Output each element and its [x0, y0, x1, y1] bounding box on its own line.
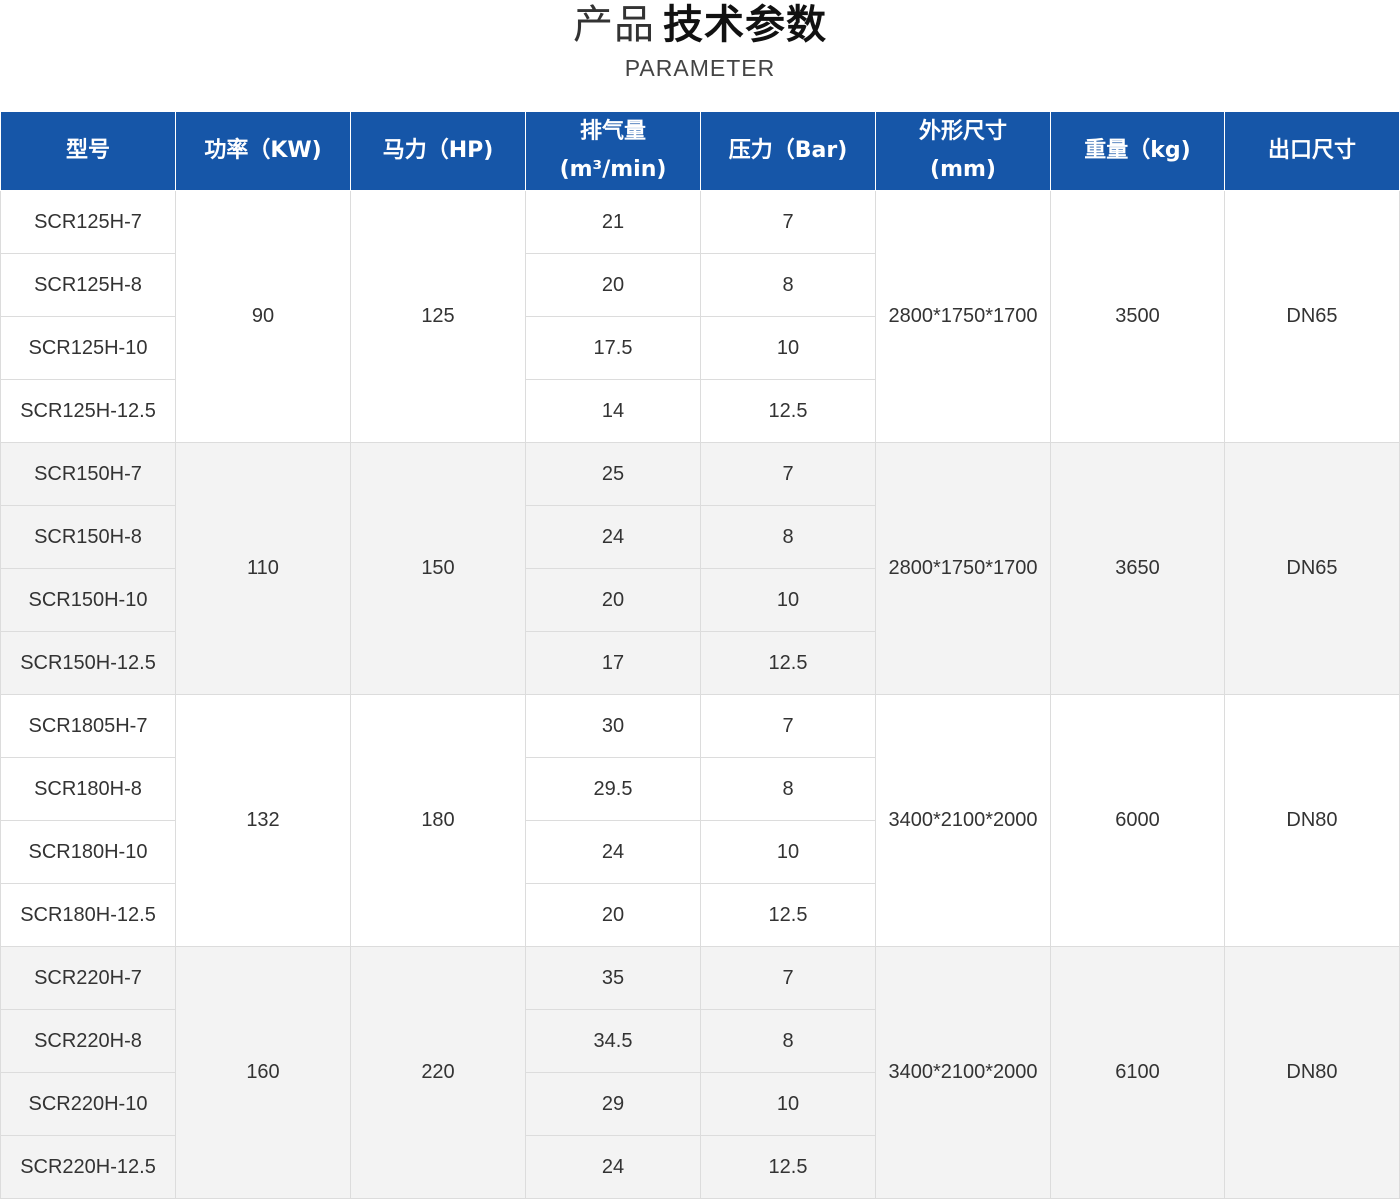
model-cell: SCR150H-8	[0, 505, 176, 569]
weight-cell: 6100	[1050, 946, 1225, 1199]
title-bold-text: 技术参数	[663, 2, 827, 48]
model-cell: SCR220H-10	[0, 1072, 176, 1136]
model-cell: SCR125H-10	[0, 316, 176, 380]
header-model: 型号	[0, 112, 176, 191]
page-subtitle: PARAMETER	[624, 55, 776, 81]
horsepower-cell: 220	[350, 946, 526, 1199]
page-title: 产品 技术参数	[0, 0, 1400, 50]
dimensions-cell: 3400*2100*2000	[875, 694, 1051, 947]
model-cell: SCR150H-7	[0, 442, 176, 506]
header-dimensions-unit: (mm)	[930, 157, 996, 182]
power-cell: 110	[175, 442, 351, 695]
header-row: 型号 功率（KW) 马力（HP) 排气量 (m³/min) 压力（Bar) 外形…	[0, 112, 1400, 191]
air-delivery-cell: 21	[525, 190, 701, 254]
outlet-cell: DN65	[1224, 190, 1400, 443]
air-delivery-cell: 29.5	[525, 757, 701, 821]
pressure-cell: 7	[700, 694, 876, 758]
header-air-delivery-unit: (m³/min)	[559, 157, 667, 182]
air-delivery-cell: 30	[525, 694, 701, 758]
outlet-cell: DN80	[1224, 694, 1400, 947]
pressure-cell: 10	[700, 1072, 876, 1136]
model-cell: SCR125H-12.5	[0, 379, 176, 443]
outlet-cell: DN80	[1224, 946, 1400, 1199]
pressure-cell: 7	[700, 442, 876, 506]
air-delivery-cell: 25	[525, 442, 701, 506]
header-pressure: 压力（Bar)	[700, 112, 876, 191]
model-cell: SCR180H-8	[0, 757, 176, 821]
horsepower-cell: 125	[350, 190, 526, 443]
pressure-cell: 10	[700, 568, 876, 632]
header-air-delivery-label: 排气量	[579, 119, 646, 144]
header-weight: 重量（kg)	[1050, 112, 1225, 191]
model-cell: SCR220H-7	[0, 946, 176, 1010]
horsepower-cell: 180	[350, 694, 526, 947]
header-outlet: 出口尺寸	[1224, 112, 1400, 191]
pressure-cell: 8	[700, 505, 876, 569]
air-delivery-cell: 24	[525, 505, 701, 569]
header-air-delivery: 排气量 (m³/min)	[525, 112, 701, 191]
header-horsepower: 马力（HP)	[350, 112, 526, 191]
air-delivery-cell: 20	[525, 253, 701, 317]
table-row: SCR1805H-7 132 180 30 7 3400*2100*2000 6…	[0, 694, 1400, 947]
weight-cell: 3500	[1050, 190, 1225, 443]
air-delivery-cell: 34.5	[525, 1009, 701, 1073]
parameter-table: 型号 功率（KW) 马力（HP) 排气量 (m³/min) 压力（Bar) 外形…	[0, 112, 1400, 1199]
air-delivery-cell: 14	[525, 379, 701, 443]
air-delivery-cell: 20	[525, 568, 701, 632]
pressure-cell: 8	[700, 757, 876, 821]
model-cell: SCR125H-8	[0, 253, 176, 317]
air-delivery-cell: 29	[525, 1072, 701, 1136]
model-cell: SCR220H-8	[0, 1009, 176, 1073]
power-cell: 132	[175, 694, 351, 947]
power-cell: 90	[175, 190, 351, 443]
air-delivery-cell: 35	[525, 946, 701, 1010]
air-delivery-cell: 20	[525, 883, 701, 947]
table-header: 型号 功率（KW) 马力（HP) 排气量 (m³/min) 压力（Bar) 外形…	[0, 112, 1400, 191]
pressure-cell: 12.5	[700, 379, 876, 443]
header-dimensions: 外形尺寸 (mm)	[875, 112, 1051, 191]
table-body: SCR125H-7 90 125 21 7 2800*1750*1700 350…	[0, 190, 1400, 1199]
model-cell: SCR180H-12.5	[0, 883, 176, 947]
model-cell: SCR150H-12.5	[0, 631, 176, 695]
outlet-cell: DN65	[1224, 442, 1400, 695]
horsepower-cell: 150	[350, 442, 526, 695]
model-cell: SCR1805H-7	[0, 694, 176, 758]
dimensions-cell: 2800*1750*1700	[875, 190, 1051, 443]
air-delivery-cell: 17.5	[525, 316, 701, 380]
model-cell: SCR220H-12.5	[0, 1135, 176, 1199]
table-row: SCR125H-7 90 125 21 7 2800*1750*1700 350…	[0, 190, 1400, 443]
section-title: 产品 技术参数 PARAMETER	[0, 0, 1400, 112]
air-delivery-cell: 17	[525, 631, 701, 695]
power-cell: 160	[175, 946, 351, 1199]
weight-cell: 6000	[1050, 694, 1225, 947]
model-cell: SCR150H-10	[0, 568, 176, 632]
weight-cell: 3650	[1050, 442, 1225, 695]
table-row: SCR220H-7 160 220 35 7 3400*2100*2000 61…	[0, 946, 1400, 1199]
dimensions-cell: 2800*1750*1700	[875, 442, 1051, 695]
dimensions-cell: 3400*2100*2000	[875, 946, 1051, 1199]
pressure-cell: 12.5	[700, 631, 876, 695]
pressure-cell: 7	[700, 190, 876, 254]
table-row: SCR150H-7 110 150 25 7 2800*1750*1700 36…	[0, 442, 1400, 695]
header-power: 功率（KW)	[175, 112, 351, 191]
air-delivery-cell: 24	[525, 1135, 701, 1199]
pressure-cell: 10	[700, 316, 876, 380]
model-cell: SCR125H-7	[0, 190, 176, 254]
pressure-cell: 8	[700, 253, 876, 317]
air-delivery-cell: 24	[525, 820, 701, 884]
pressure-cell: 7	[700, 946, 876, 1010]
pressure-cell: 12.5	[700, 883, 876, 947]
title-light-text: 产品	[573, 2, 655, 48]
pressure-cell: 10	[700, 820, 876, 884]
pressure-cell: 8	[700, 1009, 876, 1073]
header-dimensions-label: 外形尺寸	[918, 119, 1007, 144]
pressure-cell: 12.5	[700, 1135, 876, 1199]
model-cell: SCR180H-10	[0, 820, 176, 884]
